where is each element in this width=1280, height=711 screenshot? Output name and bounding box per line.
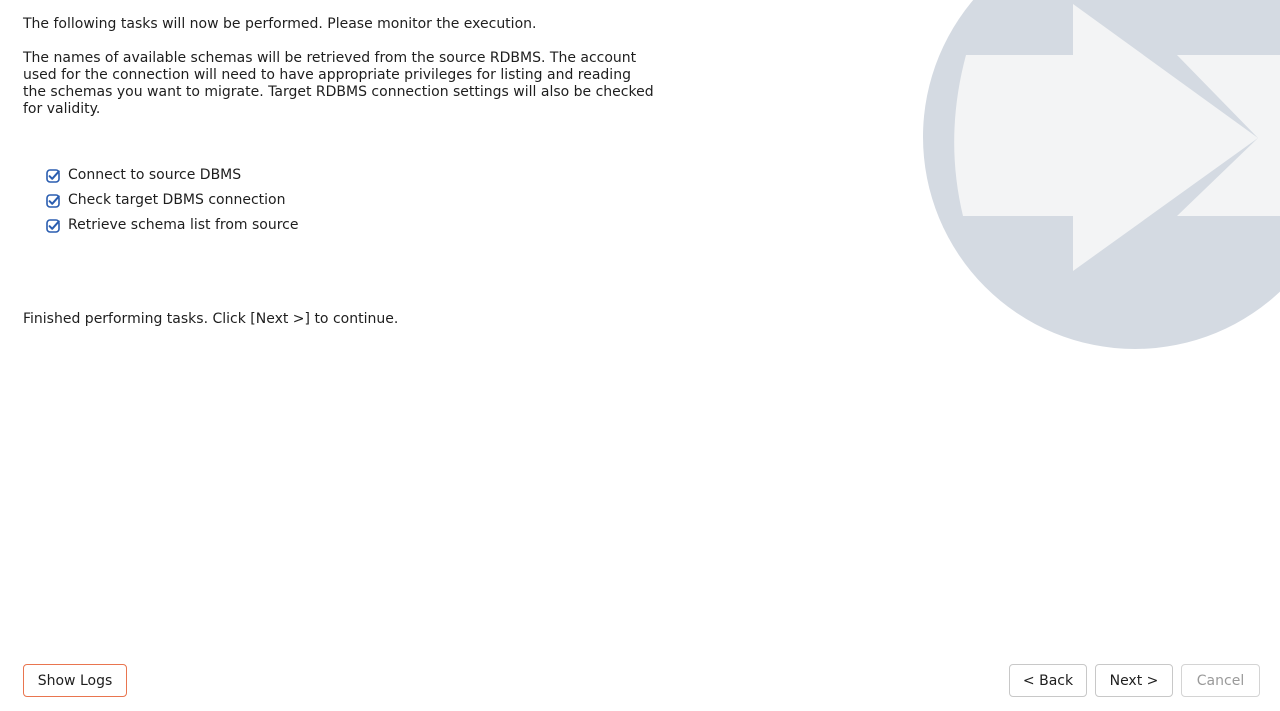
task-label: Connect to source DBMS	[68, 167, 242, 183]
task-item-retrieve-schemas: Retrieve schema list from source	[46, 213, 663, 238]
back-button[interactable]: < Back	[1009, 664, 1087, 697]
show-logs-button[interactable]: Show Logs	[23, 664, 127, 697]
checkbox-checked-icon	[46, 168, 60, 183]
intro-text: The following tasks will now be performe…	[23, 16, 537, 32]
task-list: Connect to source DBMS Check target DBMS…	[23, 163, 663, 238]
description-text: The names of available schemas will be r…	[23, 50, 654, 117]
status-message: Finished performing tasks. Click [Next >…	[23, 311, 399, 327]
checkbox-checked-icon	[46, 193, 60, 208]
cancel-button[interactable]: Cancel	[1181, 664, 1260, 697]
checkbox-checked-icon	[46, 218, 60, 233]
migration-wizard-page: The following tasks will now be performe…	[0, 0, 1280, 711]
task-item-connect-source: Connect to source DBMS	[46, 163, 663, 188]
task-label: Retrieve schema list from source	[68, 217, 299, 233]
task-item-check-target: Check target DBMS connection	[46, 188, 663, 213]
next-button[interactable]: Next >	[1095, 664, 1173, 697]
tasks-panel: The following tasks will now be performe…	[23, 16, 663, 328]
task-label: Check target DBMS connection	[68, 192, 286, 208]
